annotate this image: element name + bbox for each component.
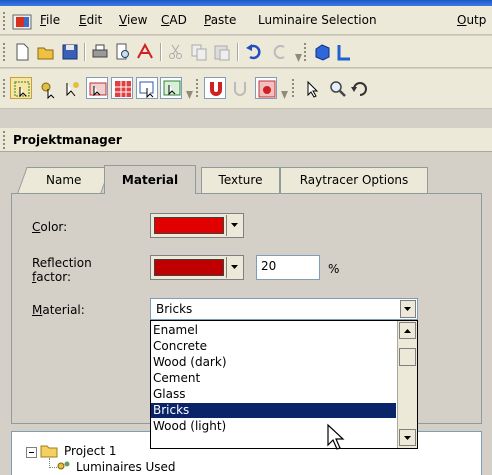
select-all-icon bbox=[14, 81, 30, 98]
arrange-grid-icon bbox=[115, 81, 131, 97]
toolbar-grip[interactable] bbox=[304, 43, 308, 61]
menu-paste[interactable]: Paste bbox=[204, 13, 236, 27]
project-manager-header: Projektmanager bbox=[0, 128, 492, 152]
color-swatch bbox=[154, 217, 224, 234]
select-window-icon bbox=[139, 81, 154, 99]
menu-file[interactable]: File bbox=[40, 13, 60, 27]
print-preview-icon[interactable] bbox=[113, 42, 133, 62]
luminaire-icon bbox=[57, 461, 70, 470]
dropdown-option-enamel[interactable]: Enamel bbox=[151, 323, 396, 338]
material-select[interactable]: Bricks bbox=[150, 298, 418, 320]
tab-texture-label: Texture bbox=[218, 173, 263, 187]
selection-toolbar bbox=[0, 69, 492, 109]
snap-icon bbox=[258, 80, 276, 98]
zoom-icon[interactable] bbox=[328, 79, 348, 99]
toolbar-grip[interactable] bbox=[292, 79, 296, 97]
scroll-up-button[interactable] bbox=[399, 322, 416, 339]
dropdown-option-wood-dark[interactable]: Wood (dark) bbox=[151, 355, 396, 370]
luminaire-arrow-icon[interactable] bbox=[62, 79, 82, 99]
pdf-icon[interactable] bbox=[135, 42, 155, 62]
chevron-down-icon bbox=[404, 307, 411, 311]
tab-material-label: Material bbox=[121, 173, 179, 187]
menu-bar: File Edit View CAD Paste Luminaire Selec… bbox=[0, 6, 492, 35]
color-label: Color: bbox=[32, 220, 68, 234]
scroll-thumb[interactable] bbox=[399, 348, 416, 366]
undo-icon[interactable] bbox=[244, 42, 264, 62]
chevron-down-icon bbox=[404, 436, 411, 440]
tab-material[interactable]: Material bbox=[104, 165, 196, 194]
chevron-up-icon bbox=[404, 329, 411, 333]
app-icon[interactable] bbox=[12, 14, 32, 30]
menu-luminaire-selection[interactable]: Luminaire Selection bbox=[258, 13, 377, 27]
percent-sign: % bbox=[328, 262, 340, 276]
material-select-button[interactable] bbox=[400, 300, 416, 318]
material-label: Material: bbox=[32, 303, 85, 317]
color-picker[interactable] bbox=[150, 213, 244, 238]
menu-view[interactable]: View bbox=[119, 13, 147, 27]
chevron-down-icon bbox=[231, 223, 238, 227]
tab-raytracer-options[interactable]: Raytracer Options bbox=[280, 167, 428, 193]
rotate-icon[interactable] bbox=[350, 79, 370, 99]
menubar-grip[interactable] bbox=[3, 12, 7, 30]
toolbar-separator bbox=[84, 43, 86, 61]
menu-edit[interactable]: Edit bbox=[79, 13, 102, 27]
reflection-factor-input[interactable]: 20 bbox=[256, 255, 320, 280]
dropdown-option-concrete[interactable]: Concrete bbox=[151, 339, 396, 354]
new-document-icon[interactable] bbox=[12, 42, 32, 62]
reflection-color-dropdown-button[interactable] bbox=[226, 257, 242, 278]
toolbar-overflow-chevron[interactable] bbox=[186, 91, 193, 99]
toolbar-overflow-chevron[interactable] bbox=[281, 91, 288, 99]
reflection-color-picker[interactable] bbox=[150, 255, 244, 280]
floor-plan-icon[interactable] bbox=[337, 42, 351, 62]
redo-icon[interactable] bbox=[270, 42, 290, 62]
dropdown-option-cement[interactable]: Cement bbox=[151, 371, 396, 386]
tree-item-project[interactable]: Project 1 bbox=[64, 444, 117, 458]
folder-icon bbox=[40, 445, 58, 458]
cut-icon[interactable] bbox=[166, 42, 186, 62]
panel-title: Projektmanager bbox=[13, 133, 122, 147]
tree-item-luminaires-used[interactable]: Luminaires Used bbox=[76, 460, 176, 474]
tab-raytracer-label: Raytracer Options bbox=[299, 173, 409, 187]
material-dropdown-list: Enamel Concrete Wood (dark) Cement Glass… bbox=[150, 320, 418, 449]
magnet-off-icon[interactable] bbox=[230, 79, 250, 99]
color-dropdown-button[interactable] bbox=[226, 215, 242, 236]
tree-collapse-toggle[interactable] bbox=[26, 447, 37, 458]
tab-name-label: Name bbox=[46, 173, 82, 187]
luminaire-select-icon[interactable] bbox=[38, 79, 58, 99]
dropdown-option-wood-light[interactable]: Wood (light) bbox=[151, 419, 396, 434]
tab-texture[interactable]: Texture bbox=[201, 167, 280, 193]
3d-cube-icon[interactable] bbox=[312, 42, 332, 62]
toolbar-separator bbox=[160, 43, 162, 61]
panel-grip[interactable] bbox=[3, 131, 7, 149]
reflection-color-swatch bbox=[154, 259, 224, 276]
dropdown-option-bricks[interactable]: Bricks bbox=[151, 403, 396, 418]
print-icon[interactable] bbox=[90, 42, 110, 62]
mouse-cursor-icon bbox=[327, 423, 345, 450]
magnet-icon bbox=[210, 82, 222, 96]
scroll-down-button[interactable] bbox=[399, 429, 416, 446]
pointer-icon[interactable] bbox=[302, 79, 322, 99]
material-select-value: Bricks bbox=[156, 302, 193, 316]
chevron-down-icon bbox=[231, 265, 238, 269]
menu-output[interactable]: Outp bbox=[457, 13, 486, 27]
toolbar-grip[interactable] bbox=[3, 79, 7, 97]
save-icon[interactable] bbox=[60, 42, 80, 62]
open-folder-icon[interactable] bbox=[36, 42, 56, 62]
dropdown-scrollbar[interactable] bbox=[397, 321, 417, 448]
copy-icon[interactable] bbox=[189, 42, 209, 62]
arrange-icon bbox=[89, 82, 107, 97]
toolbar-grip[interactable] bbox=[3, 43, 7, 61]
tab-name[interactable]: Name bbox=[17, 167, 111, 193]
toolbar-separator bbox=[237, 43, 239, 61]
toolbar-grip[interactable] bbox=[196, 79, 200, 97]
standard-toolbar bbox=[0, 36, 492, 68]
toolbar-overflow-chevron[interactable] bbox=[295, 54, 302, 62]
dropdown-option-glass[interactable]: Glass bbox=[151, 387, 396, 402]
reflection-factor-label: Reflection factor: bbox=[32, 256, 92, 284]
menu-cad[interactable]: CAD bbox=[161, 13, 187, 27]
select-zoom-icon bbox=[163, 80, 181, 96]
paste-icon[interactable] bbox=[212, 42, 232, 62]
